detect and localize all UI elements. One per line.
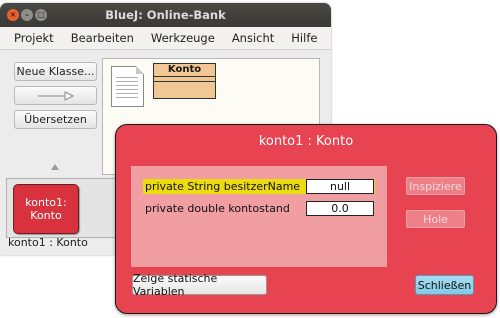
close-button[interactable]: Schließen	[415, 275, 474, 295]
field-row-besitzername[interactable]: private String besitzerName null	[143, 179, 375, 194]
object-konto1[interactable]: konto1: Konto	[13, 184, 79, 234]
class-name: Konto	[154, 64, 215, 77]
readme-note-icon[interactable]	[111, 66, 144, 107]
menu-projekt[interactable]: Projekt	[14, 31, 54, 45]
inspector-title: konto1 : Konto	[258, 134, 354, 149]
field-value: null	[306, 179, 374, 194]
class-divider	[154, 81, 215, 82]
note-line	[116, 77, 138, 78]
note-line	[116, 93, 138, 94]
inspect-button[interactable]: Inspiziere	[406, 177, 465, 195]
new-arrow-button[interactable]	[14, 86, 97, 105]
note-line	[116, 97, 138, 98]
menu-hilfe[interactable]: Hilfe	[291, 31, 317, 45]
new-class-button[interactable]: Neue Klasse...	[14, 62, 97, 81]
object-type: Konto	[30, 209, 62, 222]
get-button[interactable]: Hole	[406, 210, 465, 228]
note-line	[116, 89, 138, 90]
menu-ansicht[interactable]: Ansicht	[232, 31, 274, 45]
field-declaration: private String besitzerName	[145, 180, 301, 193]
title-bar: × – □ BlueJ: Online-Bank	[0, 3, 331, 27]
menu-bar: Projekt Bearbeiten Werkzeuge Ansicht Hil…	[0, 27, 331, 50]
field-value: 0.0	[306, 201, 374, 216]
note-line	[116, 85, 138, 86]
menu-werkzeuge[interactable]: Werkzeuge	[151, 31, 215, 45]
expand-arrow-icon[interactable]	[51, 164, 59, 170]
note-fold	[136, 66, 144, 74]
note-line	[116, 81, 138, 82]
window-title: BlueJ: Online-Bank	[105, 8, 226, 22]
field-declaration: private double kontostand	[145, 202, 290, 215]
show-static-variables-button[interactable]: Zeige statische Variablen	[132, 272, 267, 298]
field-row-kontostand[interactable]: private double kontostand 0.0	[143, 201, 375, 216]
menu-bearbeiten[interactable]: Bearbeiten	[71, 31, 134, 45]
status-bar: konto1 : Konto	[8, 236, 88, 249]
class-konto[interactable]: Konto	[153, 63, 216, 99]
object-inspector-dialog: konto1 : Konto private String besitzerNa…	[115, 124, 497, 314]
inheritance-arrow-icon	[37, 90, 74, 101]
field-list: private String besitzerName null private…	[131, 166, 387, 267]
compile-button[interactable]: Übersetzen	[14, 110, 97, 129]
object-name: konto1:	[25, 196, 67, 209]
